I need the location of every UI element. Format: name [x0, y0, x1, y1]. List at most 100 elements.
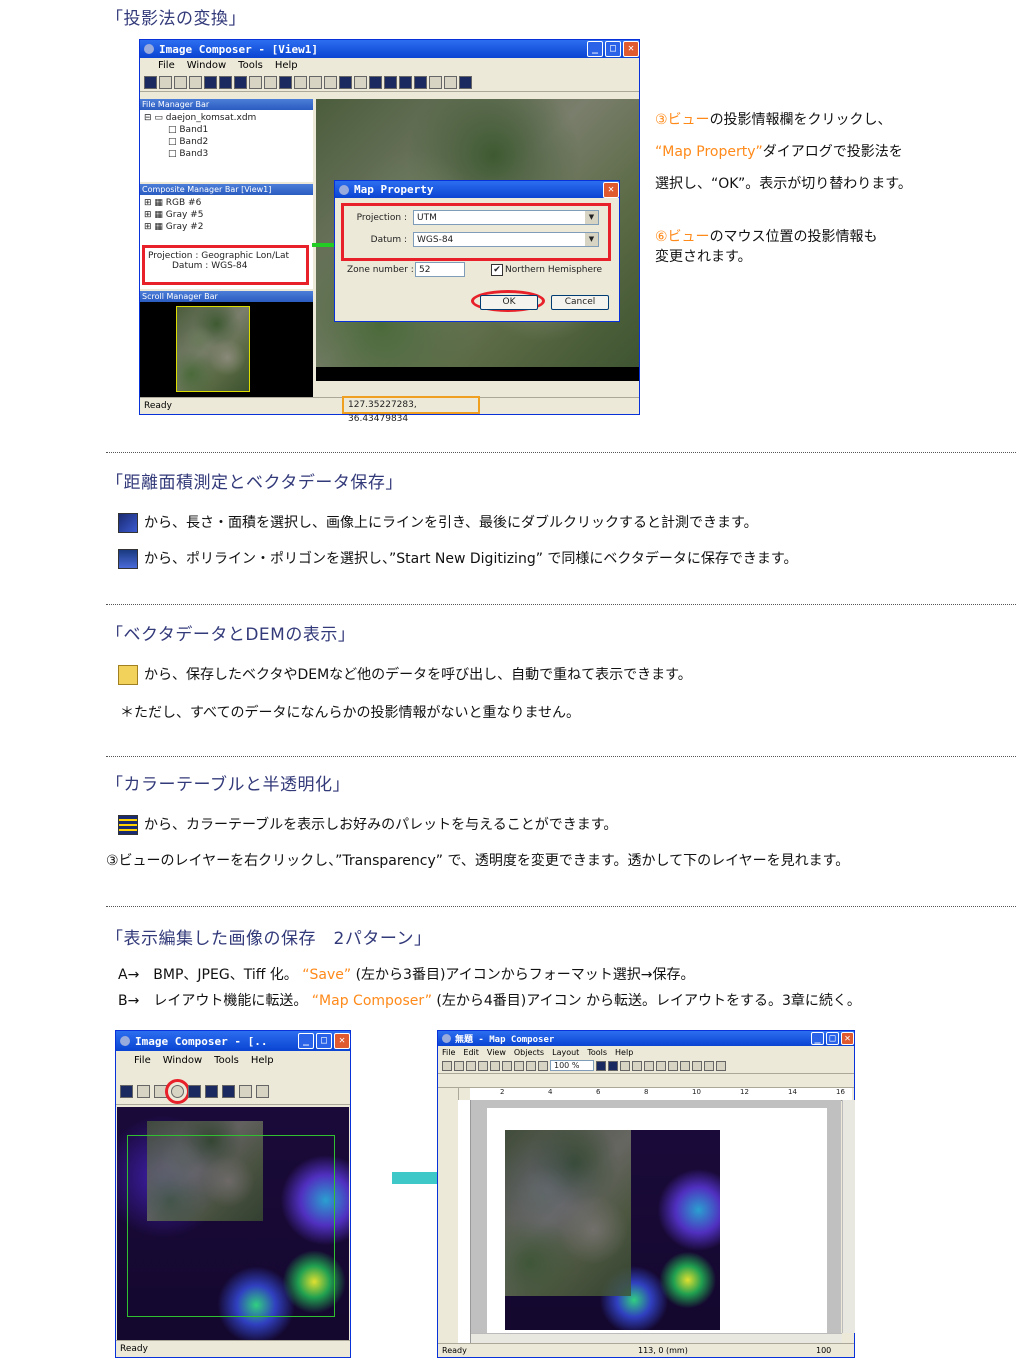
tool-icon[interactable] — [668, 1060, 678, 1071]
layout-map-frame[interactable] — [505, 1130, 720, 1330]
tree-band[interactable]: □ Band3 — [144, 148, 309, 160]
new-view-icon[interactable] — [144, 75, 157, 89]
redo-icon[interactable] — [526, 1060, 536, 1071]
maximize-icon[interactable]: □ — [316, 1033, 332, 1049]
layout-canvas[interactable] — [471, 1100, 841, 1348]
tool-icon[interactable] — [632, 1060, 642, 1071]
composite-item[interactable]: ⊞ ▦ RGB #6 — [144, 197, 309, 209]
tool-icon[interactable] — [644, 1060, 654, 1071]
menu-tools[interactable]: Tools — [238, 60, 263, 71]
northern-hemisphere-checkbox[interactable]: ✔ — [491, 264, 503, 276]
composite-item[interactable]: ⊞ ▦ Gray #2 — [144, 221, 309, 233]
tool-icon[interactable] — [692, 1060, 702, 1071]
folder-icon[interactable] — [239, 1085, 252, 1098]
menu-help[interactable]: Help — [615, 1048, 633, 1057]
tool-icon[interactable] — [596, 1060, 606, 1071]
menu-tools[interactable]: Tools — [587, 1048, 607, 1057]
menu-edit[interactable]: Edit — [463, 1048, 479, 1057]
color-table-icon[interactable] — [339, 75, 352, 89]
menu-help[interactable]: Help — [275, 60, 298, 71]
menu-objects[interactable]: Objects — [514, 1048, 544, 1057]
zoom-select[interactable]: 100 % — [550, 1060, 594, 1071]
zoom-icon[interactable] — [414, 75, 427, 89]
tool-icon[interactable] — [354, 75, 367, 89]
scroll-thumbnail[interactable] — [176, 306, 250, 392]
composite-manager-icon[interactable] — [219, 75, 232, 89]
menu-help[interactable]: Help — [251, 1055, 274, 1066]
tool-icon[interactable] — [656, 1060, 666, 1071]
menu-layout[interactable]: Layout — [552, 1048, 579, 1057]
close-icon[interactable]: ✕ — [334, 1033, 350, 1049]
zoom-icon[interactable] — [399, 75, 412, 89]
north-arrow-icon[interactable] — [704, 1060, 714, 1071]
composite-manager-icon[interactable] — [205, 1085, 218, 1098]
close-icon[interactable]: ✕ — [623, 41, 639, 57]
zoom-out-icon[interactable] — [444, 75, 457, 89]
menu-view[interactable]: View — [487, 1048, 506, 1057]
minimize-icon[interactable]: _ — [811, 1032, 824, 1045]
zoom-icon[interactable] — [384, 75, 397, 89]
open-icon[interactable] — [137, 1085, 150, 1098]
dialog-close-icon[interactable]: ✕ — [603, 181, 619, 198]
paste-icon[interactable] — [502, 1060, 512, 1071]
datum-select[interactable]: WGS-84 ▼ — [413, 232, 599, 247]
minimize-icon[interactable]: _ — [298, 1033, 314, 1049]
save-icon[interactable] — [466, 1060, 476, 1071]
map-view-dem-overlay[interactable] — [117, 1107, 349, 1340]
menu-tools[interactable]: Tools — [214, 1055, 239, 1066]
open-icon[interactable] — [159, 75, 172, 89]
file-manager-icon[interactable] — [188, 1085, 201, 1098]
text-icon[interactable] — [716, 1060, 726, 1071]
maximize-icon[interactable]: □ — [605, 41, 621, 57]
folder-icon[interactable] — [249, 75, 262, 89]
tool-icon[interactable] — [309, 75, 322, 89]
projection-select[interactable]: UTM ▼ — [413, 210, 599, 225]
composite-item[interactable]: ⊞ ▦ Gray #5 — [144, 209, 309, 221]
zone-stepper[interactable]: 52 — [415, 262, 465, 277]
tree-band[interactable]: □ Band2 — [144, 136, 309, 148]
measure-icon[interactable] — [279, 75, 292, 89]
pointer-icon[interactable] — [620, 1060, 630, 1071]
menu-window[interactable]: Window — [187, 60, 226, 71]
tool-icon[interactable] — [680, 1060, 690, 1071]
open-icon[interactable] — [454, 1060, 464, 1071]
menu-window[interactable]: Window — [163, 1055, 202, 1066]
tool-icon[interactable] — [256, 1085, 269, 1098]
tool-icon[interactable] — [608, 1060, 618, 1071]
tool-icon[interactable] — [324, 75, 337, 89]
scroll-manager-icon[interactable] — [222, 1085, 235, 1098]
tool-icon[interactable] — [459, 75, 472, 89]
new-view-icon[interactable] — [120, 1085, 133, 1098]
chevron-down-icon[interactable]: ▼ — [585, 233, 598, 246]
copy-icon[interactable] — [490, 1060, 500, 1071]
undo-icon[interactable] — [514, 1060, 524, 1071]
digitize-icon[interactable] — [369, 75, 382, 89]
cancel-button[interactable]: Cancel — [551, 295, 609, 310]
ok-button[interactable]: OK — [480, 295, 538, 310]
save-icon[interactable] — [174, 75, 187, 89]
vertical-scrollbar[interactable] — [842, 1100, 855, 1333]
menu-file[interactable]: File — [442, 1048, 455, 1057]
tree-root[interactable]: ⊟ ▭ daejon_komsat.xdm — [144, 112, 309, 124]
cut-icon[interactable] — [478, 1060, 488, 1071]
new-icon[interactable] — [442, 1060, 452, 1071]
zoom-in-icon[interactable] — [429, 75, 442, 89]
map-composer-icon[interactable] — [165, 1079, 190, 1104]
save-icon[interactable] — [154, 1085, 167, 1098]
minimize-icon[interactable]: _ — [587, 41, 603, 57]
map-composer-icon[interactable] — [189, 75, 202, 89]
close-icon[interactable]: ✕ — [841, 1032, 854, 1045]
chevron-down-icon[interactable]: ▼ — [585, 211, 598, 224]
file-manager-icon[interactable] — [204, 75, 217, 89]
menu-file[interactable]: File — [134, 1055, 151, 1066]
status-text: Ready — [120, 1344, 148, 1354]
projection-info-box[interactable]: Projection : Geographic Lon/Lat Datum : … — [142, 245, 309, 285]
menu-file[interactable]: File — [158, 60, 175, 71]
maximize-icon[interactable]: □ — [826, 1032, 839, 1045]
sigma-icon[interactable] — [264, 75, 277, 89]
color-line: から、カラーテーブルを表示しお好みのパレットを与えることができます。 — [118, 814, 617, 835]
scroll-manager-icon[interactable] — [234, 75, 247, 89]
tree-band[interactable]: □ Band1 — [144, 124, 309, 136]
print-icon[interactable] — [538, 1060, 548, 1071]
tool-icon[interactable] — [294, 75, 307, 89]
